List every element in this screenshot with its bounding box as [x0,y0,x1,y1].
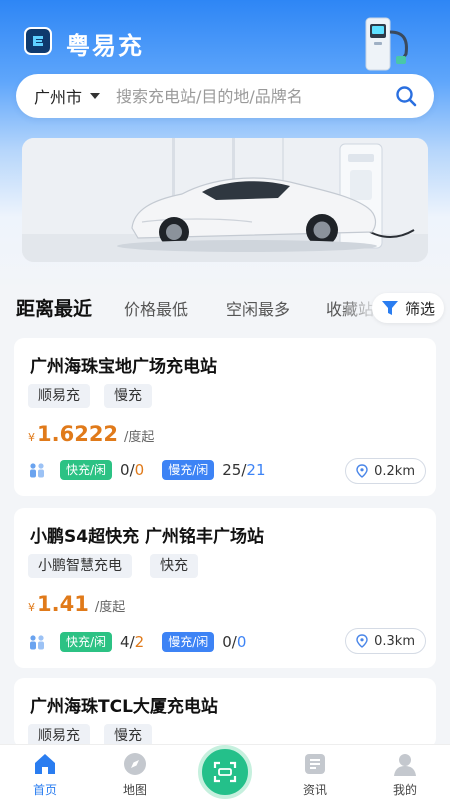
search-input[interactable] [116,86,388,106]
people-icon [30,463,44,478]
availability-row: 快充/闲 0/0 慢充/闲 25/21 [28,460,284,480]
promo-banner[interactable] [22,138,428,262]
nav-label: 首页 [32,783,57,797]
header: 粤易充 [0,0,450,71]
filter-icon [381,301,398,315]
nav-label: 资讯 [302,783,327,797]
car-charging-illustration [22,138,428,262]
distance-value: 0.2km [374,463,415,479]
filter-label: 筛选 [404,299,435,318]
slow-free: 21 [246,461,266,479]
caret-down-icon [90,93,101,99]
availability-row: 快充/闲 4/2 慢充/闲 0/0 [28,632,264,652]
price-row: ¥ 1.6222 /度起 [28,422,154,446]
price-unit: /度起 [124,430,155,445]
station-name: 小鹏S4超快充 广州铭丰广场站 [30,527,264,547]
nav-label: 地图 [122,783,147,797]
scan-charge-button[interactable] [198,745,252,799]
city-label: 广州市 [34,88,83,107]
price-value: 1.6222 [37,422,119,446]
search-bar: 广州市 [16,74,434,118]
station-card[interactable]: 广州海珠宝地广场充电站 顺易充 慢充 ¥ 1.6222 /度起 快充/闲 0/0… [14,338,436,496]
nav-label: 我的 [392,783,417,797]
tab-most-available[interactable]: 空闲最多 [226,296,290,320]
station-card[interactable]: 小鹏S4超快充 广州铭丰广场站 小鹏智慧充电 快充 ¥ 1.41 /度起 快充/… [14,508,436,668]
charger-decoration-icon [365,17,408,71]
fast-charge-chip: 快充/闲 [60,460,113,480]
slow-charge-chip: 慢充/闲 [162,460,215,480]
slow-total: 25 [222,461,242,479]
location-pin-icon [356,464,368,478]
nav-home[interactable]: 首页 [10,745,80,800]
distance-value: 0.3km [374,633,415,649]
city-selector[interactable]: 广州市 [34,84,101,108]
charge-type-tag: 慢充 [104,384,152,408]
distance-badge[interactable]: 0.2km [345,458,426,484]
tab-nearest[interactable]: 距离最近 [16,294,92,321]
search-icon [396,86,417,107]
scan-icon [213,761,237,783]
distance-badge[interactable]: 0.3km [345,628,426,654]
operator-tag: 小鹏智慧充电 [28,554,132,578]
location-pin-icon [356,634,368,648]
slow-charge-count: 25/21 [222,461,266,479]
price-row: ¥ 1.41 /度起 [28,592,125,616]
people-icon [30,635,44,650]
home-icon [35,754,55,774]
nav-news[interactable]: 资讯 [280,745,350,800]
fast-charge-count: 4/2 [120,633,145,651]
fast-charge-count: 0/0 [120,461,145,479]
nav-map[interactable]: 地图 [100,745,170,800]
search-button[interactable] [388,78,424,114]
fast-free: 2 [134,633,145,651]
station-name: 广州海珠宝地广场充电站 [30,357,217,377]
slow-charge-count: 0/0 [222,633,247,651]
slow-free: 0 [236,633,247,651]
currency-symbol: ¥ [28,601,35,614]
compass-icon [124,753,146,775]
nav-profile[interactable]: 我的 [370,745,440,800]
fast-charge-chip: 快充/闲 [60,632,113,652]
filter-button[interactable]: 筛选 [372,293,444,323]
slow-charge-chip: 慢充/闲 [162,632,215,652]
fast-total: 0 [120,461,130,479]
charge-type-tag: 快充 [150,554,198,578]
price-value: 1.41 [37,592,89,616]
slow-total: 0 [222,633,232,651]
currency-symbol: ¥ [28,431,35,444]
operator-tag: 顺易充 [28,384,90,408]
fast-free: 0 [134,461,145,479]
profile-icon [394,754,416,776]
tab-lowest-price[interactable]: 价格最低 [124,296,188,320]
app-title: 粤易充 [66,32,144,60]
station-name: 广州海珠TCL大厦充电站 [30,697,218,717]
app-logo-icon [24,27,52,55]
station-card[interactable]: 广州海珠TCL大厦充电站 顺易充 慢充 [14,678,436,748]
news-icon [305,754,325,774]
price-unit: /度起 [94,600,126,615]
fast-total: 4 [120,633,130,651]
